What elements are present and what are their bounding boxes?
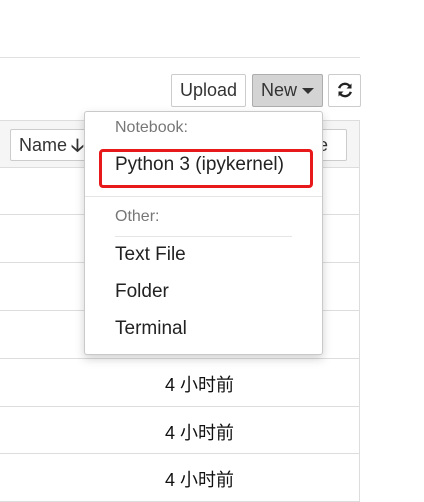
new-button-label: New — [260, 80, 297, 100]
notebook-header: Notebook: — [115, 119, 188, 136]
new-button[interactable]: New — [252, 74, 323, 107]
menu-item-text-file[interactable]: Text File — [115, 244, 186, 266]
highlight-box — [99, 149, 313, 188]
caret-down-icon — [302, 88, 314, 95]
last-modified-cell: 4 小时前 — [165, 470, 235, 490]
list-right-border — [359, 120, 360, 502]
refresh-button[interactable] — [328, 74, 361, 107]
row-divider — [0, 406, 360, 407]
menu-divider — [85, 196, 322, 197]
name-sort-button[interactable]: Name 🡣 — [10, 129, 90, 161]
menu-item-terminal[interactable]: Terminal — [115, 318, 187, 340]
menu-item-folder[interactable]: Folder — [115, 281, 169, 303]
header-divider — [0, 57, 360, 58]
arrow-down-icon: 🡣 — [71, 135, 84, 155]
refresh-icon — [337, 82, 352, 98]
row-divider — [0, 358, 360, 359]
menu-subdivider — [115, 236, 292, 237]
upload-button[interactable]: Upload — [171, 74, 246, 107]
row-divider — [0, 453, 360, 454]
new-dropdown-menu: Notebook: Python 3 (ipykernel) Other: Te… — [84, 111, 323, 355]
last-modified-cell: 4 小时前 — [165, 423, 235, 443]
other-header: Other: — [115, 208, 160, 225]
name-sort-label: Name — [19, 135, 68, 155]
last-modified-cell: 4 小时前 — [165, 375, 235, 395]
